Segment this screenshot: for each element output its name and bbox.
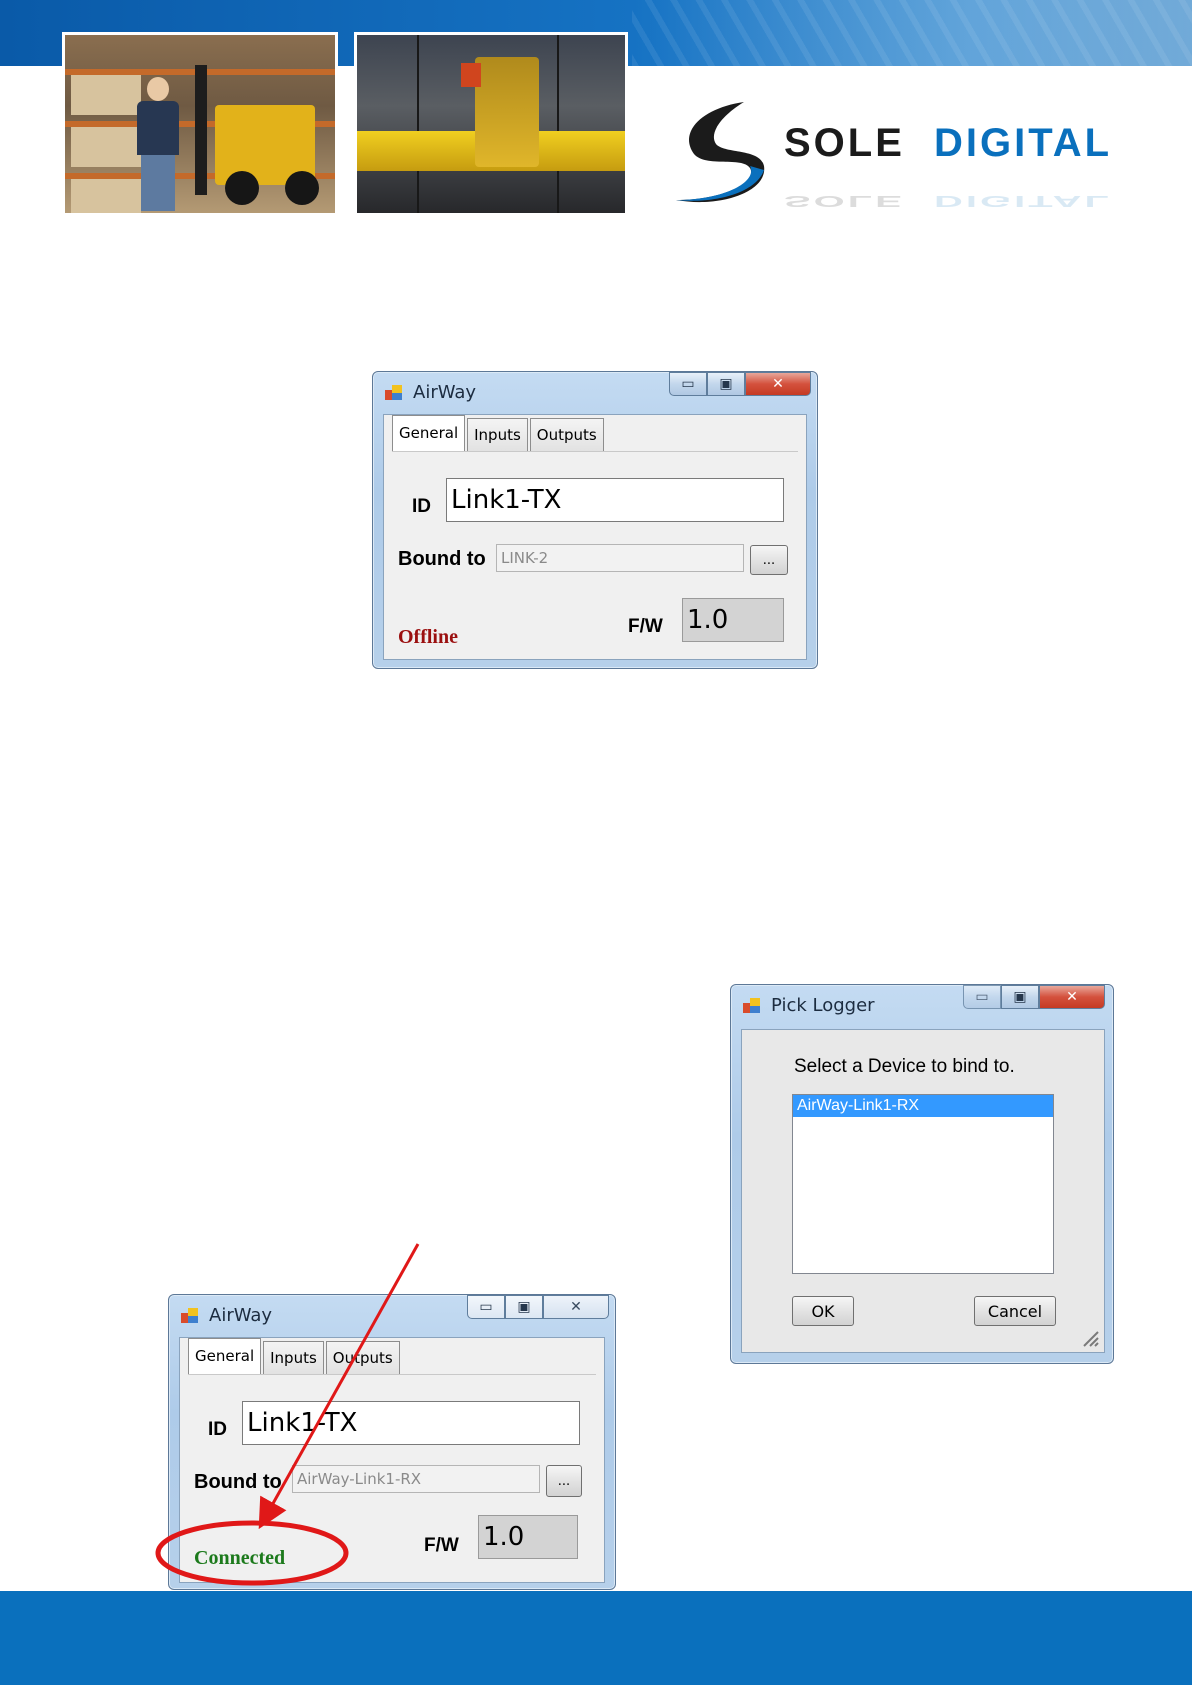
id-label: ID xyxy=(208,1419,227,1440)
app-window-icon xyxy=(181,1308,198,1323)
id-field[interactable]: Link1-TX xyxy=(446,478,784,522)
minimize-button[interactable]: ▭ xyxy=(467,1295,505,1319)
tab-inputs[interactable]: Inputs xyxy=(263,1341,324,1374)
list-item[interactable]: AirWay-Link1-RX xyxy=(793,1095,1053,1117)
close-button[interactable]: ✕ xyxy=(745,372,811,396)
title-bar[interactable]: Pick Logger ▭ ▣ ✕ xyxy=(731,985,1113,1023)
minimize-button[interactable]: ▭ xyxy=(963,985,1001,1009)
bound-to-label: Bound to xyxy=(194,1471,282,1493)
warehouse-forklift-photo xyxy=(62,32,338,216)
device-listbox[interactable]: AirWay-Link1-RX xyxy=(792,1094,1054,1274)
tab-inputs[interactable]: Inputs xyxy=(467,418,528,451)
window-title: AirWay xyxy=(209,1305,273,1326)
resize-grip-icon[interactable] xyxy=(1080,1328,1100,1348)
footer-band xyxy=(0,1591,1192,1683)
maximize-icon: ▣ xyxy=(719,376,733,392)
bound-to-label: Bound to xyxy=(398,548,486,570)
tab-general[interactable]: General xyxy=(392,415,466,452)
logo-word-digital: DIGITAL xyxy=(934,121,1112,165)
pick-logger-dialog[interactable]: Pick Logger ▭ ▣ ✕ Select a Device to bin… xyxy=(730,984,1114,1364)
minimize-icon: ▭ xyxy=(681,376,695,392)
window-title: AirWay xyxy=(413,382,477,403)
tab-outputs[interactable]: Outputs xyxy=(529,418,604,451)
fw-field: 1.0 xyxy=(478,1515,578,1559)
airway-window-connected[interactable]: AirWay ▭ ▣ ✕ General Inputs Outputs ID L… xyxy=(168,1294,616,1590)
bound-to-field[interactable]: LINK-2 xyxy=(496,544,744,572)
minimize-icon: ▭ xyxy=(975,989,989,1005)
close-icon: ✕ xyxy=(772,376,784,392)
close-icon: ✕ xyxy=(570,1299,582,1315)
dialog-title: Pick Logger xyxy=(771,995,875,1016)
maximize-icon: ▣ xyxy=(517,1299,531,1315)
fw-field: 1.0 xyxy=(682,598,784,642)
ok-button[interactable]: OK xyxy=(792,1296,854,1326)
status-connected-text: Connected xyxy=(194,1547,286,1569)
logo-word-sole: SOLE xyxy=(784,121,905,165)
app-window-icon xyxy=(743,998,760,1013)
maximize-button[interactable]: ▣ xyxy=(1001,985,1039,1009)
tab-outputs[interactable]: Outputs xyxy=(325,1341,400,1374)
id-label: ID xyxy=(412,496,431,517)
sole-digital-logo: SOLE DIGITAL SOLE DIGITAL xyxy=(676,102,1112,208)
tab-strip: General Inputs Outputs xyxy=(188,1338,402,1375)
tab-page-general: ID Link1-TX Bound to LINK-2 ... Offline … xyxy=(392,451,798,651)
title-bar[interactable]: AirWay ▭ ▣ ✕ xyxy=(373,372,817,410)
maximize-icon: ▣ xyxy=(1013,989,1027,1005)
dialog-client: Select a Device to bind to. AirWay-Link1… xyxy=(741,1029,1105,1353)
maximize-button[interactable]: ▣ xyxy=(505,1295,543,1319)
browse-button[interactable]: ... xyxy=(546,1465,582,1497)
tab-general[interactable]: General xyxy=(188,1338,262,1375)
browse-button[interactable]: ... xyxy=(750,545,788,575)
status-offline-text: Offline xyxy=(398,626,458,648)
minimize-button[interactable]: ▭ xyxy=(669,372,707,396)
close-button[interactable]: ✕ xyxy=(1039,985,1105,1009)
close-button[interactable]: ✕ xyxy=(543,1295,609,1319)
fw-label: F/W xyxy=(628,616,663,637)
cancel-button[interactable]: Cancel xyxy=(974,1296,1056,1326)
logo-reflection-digital: DIGITAL xyxy=(934,192,1112,208)
overhead-crane-photo xyxy=(354,32,628,216)
app-window-icon xyxy=(385,385,402,400)
bound-to-field[interactable]: AirWay-Link1-RX xyxy=(292,1465,540,1493)
airway-window-offline[interactable]: AirWay ▭ ▣ ✕ General Inputs Outputs ID L… xyxy=(372,371,818,669)
dialog-prompt: Select a Device to bind to. xyxy=(794,1056,1015,1077)
maximize-button[interactable]: ▣ xyxy=(707,372,745,396)
close-icon: ✕ xyxy=(1066,989,1078,1005)
window-client: General Inputs Outputs ID Link1-TX Bound… xyxy=(383,414,807,660)
logo-reflection: SOLE xyxy=(784,192,905,208)
tab-page-general: ID Link1-TX Bound to AirWay-Link1-RX ...… xyxy=(188,1374,596,1574)
window-client: General Inputs Outputs ID Link1-TX Bound… xyxy=(179,1337,605,1583)
fw-label: F/W xyxy=(424,1535,459,1556)
header-crane-photo xyxy=(632,0,1192,66)
title-bar[interactable]: AirWay ▭ ▣ ✕ xyxy=(169,1295,615,1333)
tab-strip: General Inputs Outputs xyxy=(392,415,606,452)
minimize-icon: ▭ xyxy=(479,1299,493,1315)
id-field[interactable]: Link1-TX xyxy=(242,1401,580,1445)
